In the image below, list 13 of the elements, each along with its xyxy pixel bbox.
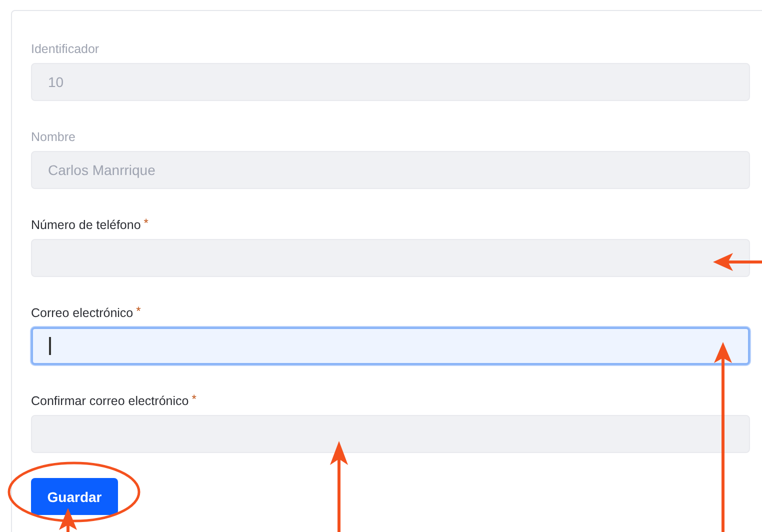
input-field[interactable] <box>31 327 750 365</box>
required-mark: * <box>192 391 196 407</box>
field-label: Nombre <box>31 129 76 146</box>
field-label: Identificador <box>31 41 100 58</box>
field-label: Confirmar correo electrónico <box>31 393 189 410</box>
field-label: Correo electrónico <box>31 305 134 322</box>
required-mark: * <box>136 303 141 319</box>
required-mark: * <box>144 215 148 231</box>
annotation-arrow <box>59 508 77 532</box>
save-button[interactable]: Guardar <box>31 478 118 515</box>
field-label: Número de teléfono <box>31 217 141 234</box>
text-cursor <box>49 337 50 355</box>
annotation-arrow <box>713 253 762 271</box>
